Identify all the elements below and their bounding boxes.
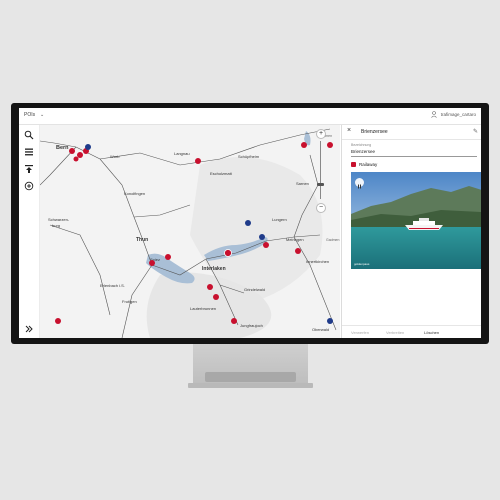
field-underline xyxy=(351,156,477,157)
zoom-out-button[interactable]: − xyxy=(316,203,326,213)
place-label: Escholzmatt xyxy=(210,171,233,176)
layer-selector[interactable]: POIs xyxy=(24,112,35,118)
discard-button[interactable]: Verwerfen xyxy=(351,330,369,335)
close-icon[interactable]: × xyxy=(347,127,351,134)
place-label: Innertkirchen xyxy=(306,259,329,264)
photo-credit: goldenpass xyxy=(354,262,370,266)
app-screen: POIs ⌄ trafimage_cartaro Bern Worb Langn… xyxy=(19,108,481,338)
place-label: Worb xyxy=(110,154,120,159)
place-label: burg xyxy=(52,223,60,228)
stand-base xyxy=(188,383,313,388)
poi-photo xyxy=(351,172,481,269)
monitor-frame: POIs ⌄ trafimage_cartaro Bern Worb Langn… xyxy=(11,103,489,344)
add-icon[interactable] xyxy=(24,181,34,191)
place-label: Konolfingen xyxy=(124,191,145,196)
zoom-slider[interactable] xyxy=(320,141,321,199)
expand-icon[interactable] xyxy=(24,324,34,334)
place-label: Sarnen xyxy=(296,181,309,186)
top-bar: POIs ⌄ trafimage_cartaro xyxy=(19,108,481,125)
place-label: Lauterbrunnen xyxy=(190,306,216,311)
map-canvas[interactable]: Bern Worb Langnau Schüpfheim Escholzmatt… xyxy=(40,125,340,338)
name-field[interactable]: Brienzersee xyxy=(351,149,375,154)
zoom-control: + − xyxy=(316,129,326,215)
pause-icon[interactable] xyxy=(355,178,364,189)
zoom-in-button[interactable]: + xyxy=(316,129,326,139)
place-label: Grindelwald xyxy=(244,287,265,292)
place-label: Oberwald xyxy=(312,327,329,332)
search-icon[interactable] xyxy=(24,130,34,140)
place-label: Langnau xyxy=(174,151,190,156)
place-label: Frutigen xyxy=(122,299,137,304)
railaway-checkbox[interactable] xyxy=(351,162,356,167)
list-icon[interactable] xyxy=(24,147,34,157)
distribute-button[interactable]: Verbreiten xyxy=(386,330,404,335)
place-label: Jungfraujoch xyxy=(240,323,263,328)
user-icon xyxy=(431,111,437,118)
zoom-handle[interactable] xyxy=(317,183,324,186)
place-label: Interlaken xyxy=(202,266,226,272)
poi-detail-panel: × Brienzersee ✎ Bezeichnung Brienzersee … xyxy=(341,125,481,338)
delete-button[interactable]: Löschen xyxy=(424,330,439,335)
place-label: Meiringen xyxy=(286,237,304,242)
panel-actions: Verwerfen Verbreiten Löschen xyxy=(342,325,481,338)
panel-title: Brienzersee xyxy=(361,129,388,135)
chevron-down-icon[interactable]: ⌄ xyxy=(40,112,44,118)
panel-header: × Brienzersee ✎ xyxy=(342,125,481,140)
place-label: Gadmen xyxy=(326,238,339,242)
place-label: Bern xyxy=(56,145,69,151)
place-label: Schwarzen- xyxy=(48,217,70,222)
edit-icon[interactable]: ✎ xyxy=(473,128,478,135)
import-icon[interactable] xyxy=(24,164,34,174)
left-toolbar xyxy=(19,125,40,338)
username[interactable]: trafimage_cartaro xyxy=(441,112,476,117)
place-label: Lungern xyxy=(272,217,287,222)
map-view[interactable]: Bern Worb Langnau Schüpfheim Escholzmatt… xyxy=(40,125,340,338)
checkbox-label: Railaway xyxy=(359,162,378,167)
field-label: Bezeichnung xyxy=(351,143,372,147)
place-label: Schüpfheim xyxy=(238,154,260,159)
place-label: Thun xyxy=(136,237,148,243)
place-label: Erlenbach i.S. xyxy=(100,283,125,288)
stand-cutout xyxy=(205,372,296,382)
